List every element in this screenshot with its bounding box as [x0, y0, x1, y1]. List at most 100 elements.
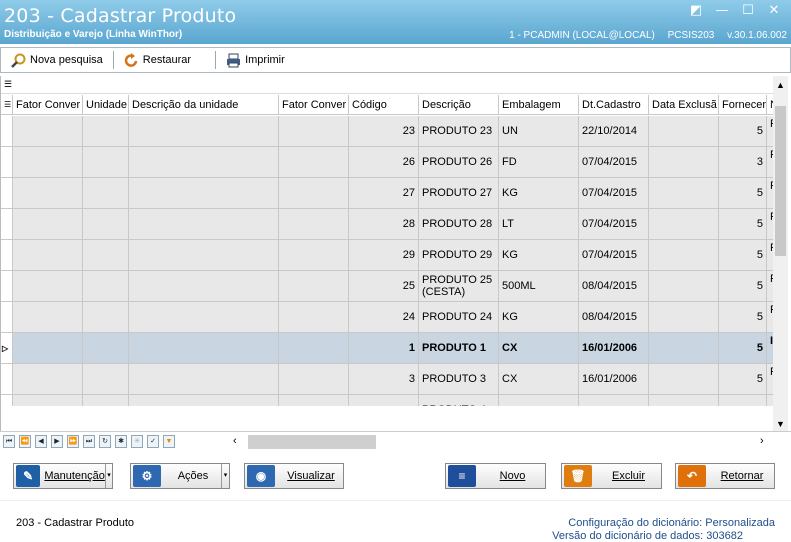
table-row[interactable]: 3PRODUTO 3CX16/01/20065F — [1, 364, 773, 395]
table-cell[interactable]: FD — [499, 147, 579, 177]
table-cell[interactable] — [649, 302, 719, 332]
table-cell[interactable]: PRODUTO 24 — [419, 302, 499, 332]
scroll-up-icon[interactable]: ▲ — [776, 80, 785, 90]
table-cell[interactable] — [83, 147, 129, 177]
table-cell[interactable] — [349, 395, 419, 406]
table-cell[interactable]: 5 — [719, 116, 767, 146]
table-cell[interactable] — [129, 147, 279, 177]
print-button[interactable]: Imprimir — [220, 49, 291, 71]
table-cell[interactable]: 5 — [719, 333, 767, 363]
col-header[interactable]: Dt.Cadastro — [579, 95, 649, 114]
apply-icon[interactable]: ✓ — [147, 435, 159, 448]
table-cell[interactable]: 22/10/2014 — [579, 116, 649, 146]
table-row[interactable]: 23PRODUTO 23UN22/10/20145F — [1, 116, 773, 147]
restore-button[interactable]: Restaurar — [118, 49, 197, 71]
table-cell[interactable]: PRODUTO 1 — [419, 333, 499, 363]
col-header[interactable]: Data Exclusã — [649, 95, 719, 114]
refresh-icon[interactable]: ↻ — [99, 435, 111, 448]
table-cell[interactable]: 5 — [719, 302, 767, 332]
last-record-icon[interactable]: ⏭ — [83, 435, 95, 448]
chevron-down-icon[interactable]: ▾ — [104, 464, 112, 488]
maximize-button[interactable]: ☐ — [741, 4, 755, 18]
table-cell[interactable] — [13, 116, 83, 146]
table-cell[interactable]: 3 — [349, 364, 419, 394]
vertical-scrollbar[interactable]: ▲ ▼ — [773, 76, 788, 431]
row-indicator[interactable] — [1, 240, 13, 270]
horizontal-scroll-thumb[interactable] — [248, 435, 376, 449]
table-cell[interactable] — [649, 395, 719, 406]
table-cell[interactable]: 1 — [349, 333, 419, 363]
table-cell[interactable] — [83, 178, 129, 208]
table-cell[interactable] — [13, 333, 83, 363]
delete-button[interactable]: 🗑 Excluir — [561, 463, 662, 489]
table-cell[interactable] — [279, 271, 349, 301]
row-indicator[interactable] — [1, 364, 13, 394]
table-cell[interactable] — [279, 147, 349, 177]
table-cell[interactable]: 07/04/2015 — [579, 209, 649, 239]
row-indicator[interactable] — [1, 302, 13, 332]
col-header[interactable]: Embalagem — [499, 95, 579, 114]
table-cell[interactable] — [649, 333, 719, 363]
table-cell[interactable] — [279, 364, 349, 394]
table-cell[interactable] — [83, 333, 129, 363]
table-cell[interactable] — [13, 209, 83, 239]
table-cell[interactable] — [279, 116, 349, 146]
table-cell[interactable] — [83, 116, 129, 146]
col-header[interactable]: Fornecer — [719, 95, 767, 114]
table-cell[interactable]: 07/04/2015 — [579, 240, 649, 270]
row-indicator[interactable] — [1, 395, 13, 406]
scroll-right-icon[interactable]: › — [760, 435, 764, 447]
new-search-button[interactable]: Nova pesquisa — [5, 49, 109, 71]
table-cell[interactable]: PRODUTO 23 — [419, 116, 499, 146]
table-cell[interactable] — [129, 271, 279, 301]
table-row[interactable]: PRODUTO 4 — [1, 395, 773, 406]
table-cell[interactable] — [649, 271, 719, 301]
table-row[interactable]: 24PRODUTO 24KG08/04/20155F — [1, 302, 773, 333]
prev-record-icon[interactable]: ◀ — [35, 435, 47, 448]
col-header[interactable]: Unidade — [83, 95, 129, 114]
table-cell[interactable]: KG — [499, 178, 579, 208]
col-header[interactable]: Descrição — [419, 95, 499, 114]
table-cell[interactable] — [579, 395, 649, 406]
next-page-icon[interactable]: ⏩ — [67, 435, 79, 448]
table-cell[interactable] — [83, 240, 129, 270]
table-cell[interactable] — [13, 240, 83, 270]
grid-menu-icon[interactable]: ☰ — [4, 79, 12, 90]
table-cell[interactable] — [279, 302, 349, 332]
table-cell[interactable]: 24 — [349, 302, 419, 332]
first-record-icon[interactable]: ⏮ — [3, 435, 15, 448]
table-cell[interactable]: 3 — [719, 147, 767, 177]
close-button[interactable]: ✕ — [767, 4, 781, 18]
col-header[interactable]: Fator Conver — [279, 95, 349, 114]
delete-icon[interactable]: ✳ — [131, 435, 143, 448]
table-cell[interactable]: KG — [499, 302, 579, 332]
row-indicator[interactable] — [1, 116, 13, 146]
chevron-down-icon[interactable]: ▾ — [221, 464, 229, 488]
table-cell[interactable]: 27 — [349, 178, 419, 208]
table-cell[interactable]: CX — [499, 333, 579, 363]
row-indicator[interactable] — [1, 147, 13, 177]
minimize-button[interactable]: — — [715, 4, 729, 18]
table-cell[interactable]: 25 — [349, 271, 419, 301]
next-record-icon[interactable]: ▶ — [51, 435, 63, 448]
table-cell[interactable] — [13, 147, 83, 177]
table-row[interactable]: 28PRODUTO 28LT07/04/20155F — [1, 209, 773, 240]
table-cell[interactable] — [649, 178, 719, 208]
table-cell[interactable]: 5 — [719, 178, 767, 208]
table-cell[interactable] — [129, 364, 279, 394]
table-cell[interactable] — [279, 395, 349, 406]
table-cell[interactable] — [83, 364, 129, 394]
table-cell[interactable] — [129, 116, 279, 146]
scroll-left-icon[interactable]: ‹ — [233, 435, 237, 447]
table-cell[interactable]: LT — [499, 209, 579, 239]
table-cell[interactable] — [13, 395, 83, 406]
insert-icon[interactable]: ✱ — [115, 435, 127, 448]
new-button[interactable]: ≡ Novo — [445, 463, 546, 489]
table-cell[interactable] — [83, 271, 129, 301]
table-cell[interactable] — [129, 395, 279, 406]
table-cell[interactable] — [129, 302, 279, 332]
col-header[interactable]: Descrição da unidade — [129, 95, 279, 114]
table-cell[interactable]: 16/01/2006 — [579, 333, 649, 363]
table-cell[interactable] — [649, 147, 719, 177]
table-cell[interactable]: 07/04/2015 — [579, 147, 649, 177]
